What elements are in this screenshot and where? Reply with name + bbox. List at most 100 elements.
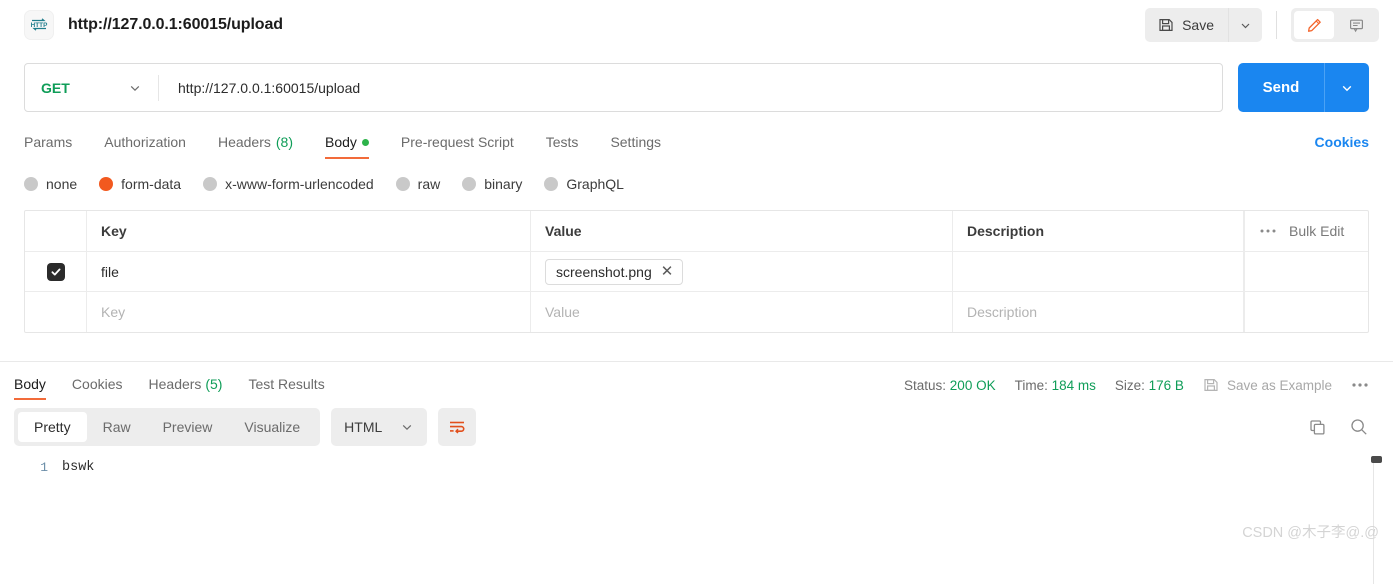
tab-settings[interactable]: Settings <box>610 134 661 159</box>
floppy-disk-icon <box>1158 17 1174 33</box>
vertical-scrollbar-thumb[interactable] <box>1371 456 1382 463</box>
tab-tests[interactable]: Tests <box>546 134 579 159</box>
bulk-edit-button[interactable]: Bulk Edit <box>1289 223 1344 239</box>
status-label: Status: <box>904 377 947 393</box>
body-type-urlencoded[interactable]: x-www-form-urlencoded <box>203 176 374 192</box>
empty-row-key-input[interactable]: Key <box>87 292 531 332</box>
line-number: 1 <box>40 460 48 475</box>
chevron-down-icon <box>1239 19 1252 32</box>
body-type-graphql[interactable]: GraphQL <box>544 176 624 192</box>
svg-text:HTTP: HTTP <box>31 22 48 29</box>
body-type-binary[interactable]: binary <box>462 176 522 192</box>
response-body-text[interactable]: bswk <box>62 458 94 478</box>
pencil-icon <box>1306 17 1323 34</box>
body-modified-dot <box>361 138 369 146</box>
tab-authorization[interactable]: Authorization <box>104 134 186 159</box>
send-button[interactable]: Send <box>1238 63 1324 112</box>
tab-headers-label: Headers <box>217 134 271 150</box>
response-tab-test-results[interactable]: Test Results <box>248 376 324 400</box>
time-label: Time: <box>1014 377 1048 393</box>
body-type-binary-label: binary <box>484 176 523 192</box>
form-data-table: Key Value Description Bulk Edit file scr… <box>24 210 1369 333</box>
response-tab-body-label: Body <box>14 376 46 392</box>
save-options-button[interactable] <box>1228 8 1262 42</box>
chevron-down-icon <box>128 81 142 95</box>
response-language-select[interactable]: HTML <box>331 408 428 446</box>
window-header: HTTP http://127.0.0.1:60015/upload Save <box>0 0 1393 50</box>
time-badge: Time: 184 ms <box>1015 378 1096 393</box>
response-body-viewer: 1 bswk <box>0 456 1393 584</box>
body-type-raw[interactable]: raw <box>395 176 440 192</box>
save-button-group: Save <box>1145 8 1262 42</box>
header-checkbox-cell <box>25 211 87 251</box>
radio-icon <box>544 177 559 191</box>
response-toolbar-right <box>1308 417 1369 437</box>
body-type-radio-group: none form-data x-www-form-urlencoded raw… <box>24 176 1369 192</box>
body-type-form-data[interactable]: form-data <box>99 176 181 192</box>
row-value-cell: screenshot.png ✕ <box>531 252 953 291</box>
radio-icon <box>24 177 38 191</box>
response-tab-body[interactable]: Body <box>14 376 46 400</box>
size-badge: Size: 176 B <box>1115 378 1184 393</box>
view-mode-visualize[interactable]: Visualize <box>228 412 316 442</box>
tab-pre-request-script-label: Pre-request Script <box>400 134 514 150</box>
header-value: Value <box>531 211 953 251</box>
response-tab-headers[interactable]: Headers (5) <box>149 376 223 400</box>
tab-body[interactable]: Body <box>325 134 369 159</box>
response-language-label: HTML <box>344 419 383 435</box>
url-input-container: GET http://127.0.0.1:60015/upload <box>24 63 1223 112</box>
save-as-example-label: Save as Example <box>1226 377 1332 393</box>
empty-row-checkbox-cell <box>25 292 87 332</box>
table-row: file screenshot.png ✕ <box>25 252 1368 292</box>
tab-headers[interactable]: Headers (8) <box>218 134 293 159</box>
close-icon[interactable]: ✕ <box>661 264 674 279</box>
edit-request-button[interactable] <box>1294 11 1334 39</box>
file-chip[interactable]: screenshot.png ✕ <box>545 258 684 285</box>
header-divider <box>1276 11 1277 39</box>
header-description: Description <box>953 211 1244 251</box>
response-tab-headers-label: Headers <box>148 376 202 392</box>
tab-pre-request-script[interactable]: Pre-request Script <box>401 134 514 159</box>
body-type-none[interactable]: none <box>24 176 77 192</box>
send-options-button[interactable] <box>1324 63 1369 112</box>
method-label: GET <box>41 79 70 96</box>
more-horizontal-icon[interactable] <box>1259 228 1277 234</box>
response-toolbar: Pretty Raw Preview Visualize HTML <box>14 408 1369 446</box>
table-actions: Bulk Edit <box>1244 211 1368 251</box>
row-checkbox[interactable] <box>46 262 65 281</box>
radio-icon <box>203 177 218 191</box>
empty-row-description-input[interactable]: Description <box>953 292 1244 332</box>
response-meta: Status: 200 OK Time: 184 ms Size: 176 B … <box>904 377 1369 393</box>
view-mode-preview[interactable]: Preview <box>147 412 229 442</box>
tab-tests-label: Tests <box>545 134 579 150</box>
url-input[interactable]: http://127.0.0.1:60015/upload <box>159 80 1222 96</box>
radio-icon-selected <box>99 177 114 191</box>
search-icon[interactable] <box>1349 417 1369 437</box>
table-row-empty: Key Value Description <box>25 292 1368 332</box>
view-mode-raw[interactable]: Raw <box>87 412 147 442</box>
cookies-link[interactable]: Cookies <box>1315 134 1369 150</box>
response-tab-cookies[interactable]: Cookies <box>72 376 123 400</box>
row-description-input[interactable] <box>953 252 1244 291</box>
chevron-down-icon <box>1340 81 1354 95</box>
copy-icon[interactable] <box>1308 418 1327 437</box>
word-wrap-button[interactable] <box>438 408 477 446</box>
comment-icon <box>1348 17 1365 34</box>
chevron-down-icon <box>400 420 414 434</box>
tab-body-label: Body <box>325 134 357 150</box>
more-horizontal-icon[interactable] <box>1351 382 1369 388</box>
empty-row-actions <box>1244 292 1368 332</box>
url-bar: GET http://127.0.0.1:60015/upload Send <box>24 63 1369 112</box>
time-value: 184 ms <box>1051 377 1096 393</box>
empty-row-value-input[interactable]: Value <box>531 292 953 332</box>
method-select[interactable]: GET <box>25 64 158 111</box>
page-title: http://127.0.0.1:60015/upload <box>68 16 283 33</box>
tab-settings-label: Settings <box>610 134 662 150</box>
save-as-example-button[interactable]: Save as Example <box>1203 377 1332 393</box>
row-key-input[interactable]: file <box>87 252 531 291</box>
view-mode-pretty[interactable]: Pretty <box>18 412 87 442</box>
comment-button[interactable] <box>1336 11 1376 39</box>
save-button[interactable]: Save <box>1145 8 1228 42</box>
request-tabs: Params Authorization Headers (8) Body Pr… <box>24 128 1369 159</box>
tab-params[interactable]: Params <box>24 134 72 159</box>
